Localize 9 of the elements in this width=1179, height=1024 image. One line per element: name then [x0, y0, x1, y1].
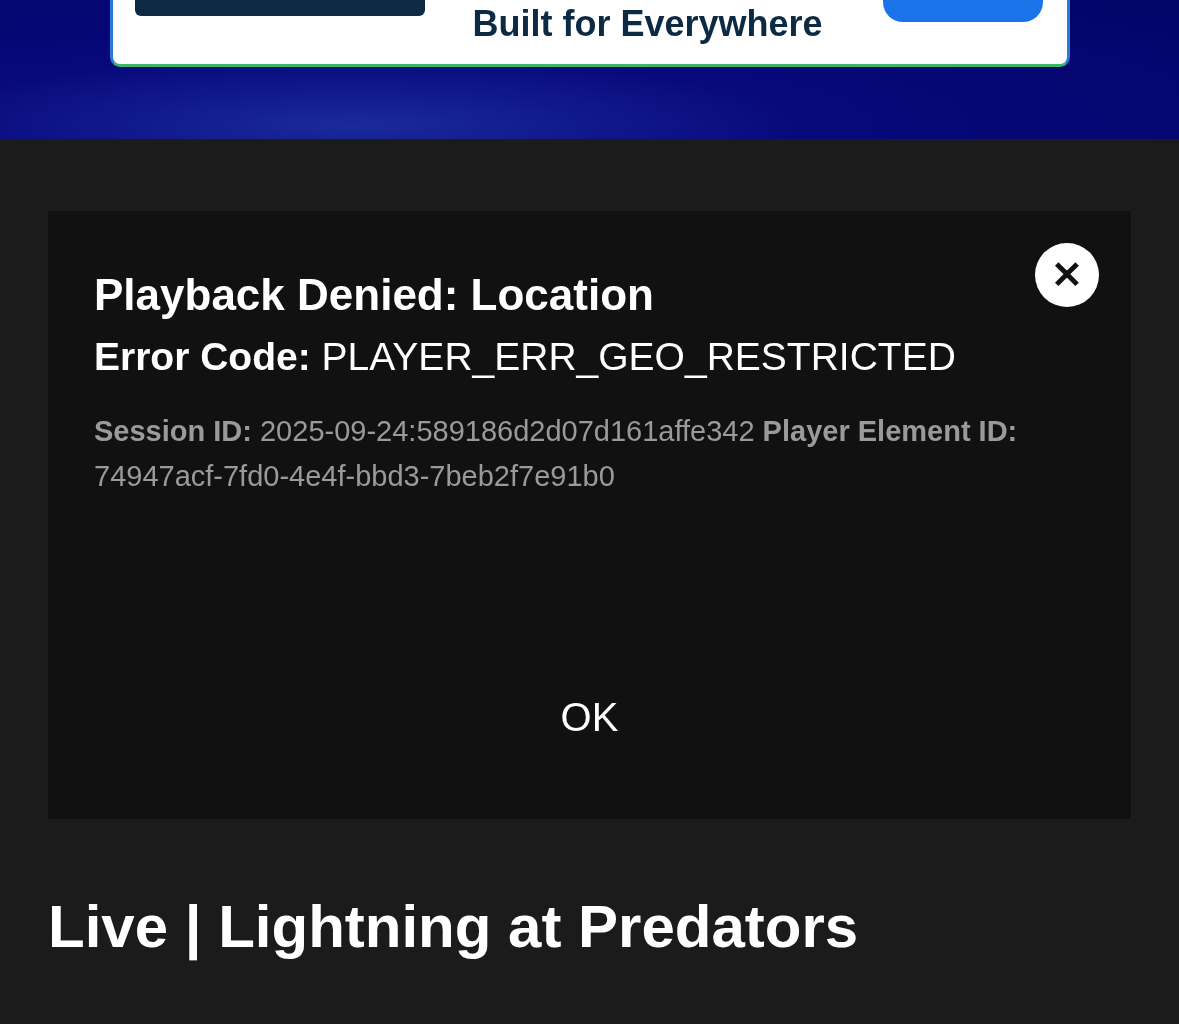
- shop-button[interactable]: [882, 0, 1043, 22]
- error-code: Error Code: PLAYER_ERR_GEO_RESTRICTED: [94, 333, 957, 380]
- close-button[interactable]: ✕: [1035, 243, 1099, 307]
- ok-button[interactable]: OK: [554, 687, 625, 747]
- session-details: Session ID: 2025-09-24:589186d2d07d161affe342 Player Element ID: 74947acf-7fd0-4e4f-bbd3-7beb2f7e91b0: [94, 413, 1019, 494]
- ad-banner[interactable]: Built for Everywhere: [109, 0, 1070, 67]
- dialog-title: Playback Denied: Location: [94, 269, 654, 321]
- ad-tagline: Built for Everywhere: [472, 6, 823, 42]
- page-title: Live | Lightning at Predators: [48, 892, 860, 963]
